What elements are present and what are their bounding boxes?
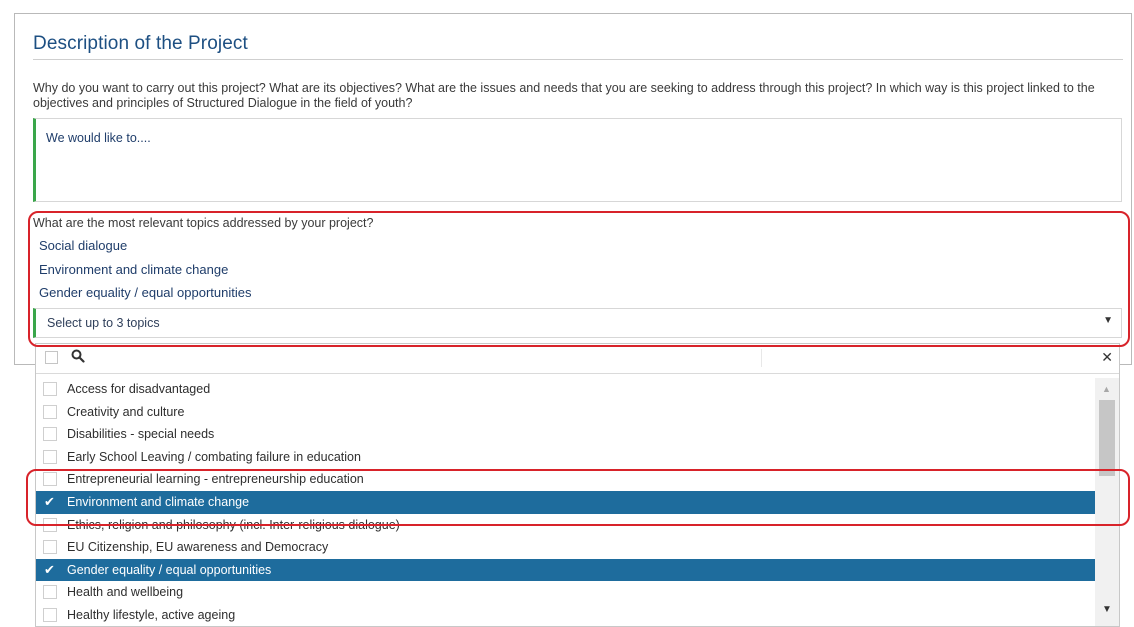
selected-topic[interactable]: Gender equality / equal opportunities bbox=[39, 285, 251, 300]
topic-option[interactable]: Disabilities - special needs bbox=[36, 423, 1095, 446]
check-icon: ✔ bbox=[44, 561, 55, 577]
objectives-text: We would like to.... bbox=[46, 131, 151, 145]
topic-option[interactable]: Entrepreneurial learning - entrepreneurs… bbox=[36, 468, 1095, 491]
title-divider bbox=[33, 59, 1123, 60]
topic-option[interactable]: Ethics, religion and philosophy (incl. I… bbox=[36, 514, 1095, 537]
topic-option[interactable]: ✔ Environment and climate change bbox=[36, 490, 1095, 514]
selected-topic[interactable]: Social dialogue bbox=[39, 238, 127, 253]
topic-option-label: Healthy lifestyle, active ageing bbox=[67, 607, 236, 622]
objectives-textarea[interactable]: We would like to.... bbox=[33, 118, 1122, 202]
topic-option-label: Access for disadvantaged bbox=[67, 382, 211, 396]
dropdown-search-row: ✕ bbox=[36, 344, 1119, 374]
topics-option-list: Access for disadvantaged Creativity and c… bbox=[36, 378, 1095, 626]
topic-option-checkbox[interactable] bbox=[43, 404, 57, 419]
topic-option-checkbox[interactable] bbox=[43, 382, 57, 396]
topic-option-checkbox[interactable] bbox=[43, 585, 57, 600]
check-icon: ✔ bbox=[44, 493, 55, 509]
topic-option[interactable]: Early School Leaving / combating failure… bbox=[36, 446, 1095, 469]
topic-option-label: Entrepreneurial learning - entrepreneurs… bbox=[67, 472, 364, 487]
close-icon[interactable]: ✕ bbox=[1101, 350, 1113, 364]
topic-option[interactable]: ✔ Gender equality / equal opportunities bbox=[36, 558, 1095, 582]
topic-option-label: EU Citizenship, EU awareness and Democra… bbox=[67, 540, 329, 555]
objectives-question: Why do you want to carry out this projec… bbox=[33, 81, 1095, 110]
topic-option-checkbox[interactable] bbox=[43, 427, 57, 442]
topic-option[interactable]: Health and wellbeing bbox=[36, 581, 1095, 604]
topic-option-label: Disabilities - special needs bbox=[67, 427, 215, 442]
dropdown-scrollbar[interactable]: ▲ ▼ bbox=[1095, 378, 1119, 626]
topics-select-placeholder: Select up to 3 topics bbox=[47, 316, 160, 330]
topic-option-label: Environment and climate change bbox=[67, 494, 250, 509]
topic-option-checkbox[interactable] bbox=[43, 540, 57, 555]
topic-option-label: Gender equality / equal opportunities bbox=[67, 562, 272, 577]
topic-option-checkbox[interactable] bbox=[43, 472, 57, 487]
topic-option[interactable]: Access for disadvantaged bbox=[36, 378, 1095, 401]
dropdown-search-input[interactable] bbox=[91, 349, 761, 367]
scrollbar-thumb[interactable] bbox=[1099, 400, 1115, 476]
topics-dropdown: ✕ Access for disadvantaged Creativity and… bbox=[35, 343, 1120, 627]
topic-option-checkbox[interactable] bbox=[43, 607, 57, 622]
topic-option-label: Ethics, religion and philosophy (incl. I… bbox=[67, 517, 400, 532]
selected-topic[interactable]: Environment and climate change bbox=[39, 262, 228, 277]
topic-option[interactable]: Creativity and culture bbox=[36, 401, 1095, 424]
select-all-checkbox[interactable] bbox=[45, 351, 58, 364]
search-divider bbox=[761, 349, 762, 367]
search-icon bbox=[71, 349, 85, 363]
topic-option-label: Creativity and culture bbox=[67, 404, 185, 419]
topic-option-checkbox[interactable] bbox=[43, 449, 57, 464]
scroll-up-arrow-icon[interactable]: ▲ bbox=[1102, 384, 1111, 394]
chevron-down-icon[interactable]: ▼ bbox=[1103, 315, 1113, 326]
topic-option-label: Early School Leaving / combating failure… bbox=[67, 449, 361, 464]
scroll-down-arrow-icon[interactable]: ▼ bbox=[1102, 604, 1112, 615]
topic-option-label: Health and wellbeing bbox=[67, 585, 184, 600]
topic-option[interactable]: EU Citizenship, EU awareness and Democra… bbox=[36, 536, 1095, 559]
topics-question: What are the most relevant topics addres… bbox=[33, 216, 374, 230]
section-title: Description of the Project bbox=[33, 33, 248, 54]
topic-option[interactable]: Healthy lifestyle, active ageing bbox=[36, 604, 1095, 626]
page: Description of the Project Why do you wa… bbox=[0, 0, 1134, 627]
topic-option-checkbox[interactable] bbox=[43, 517, 57, 532]
topics-select[interactable]: Select up to 3 topics ▼ bbox=[33, 308, 1122, 338]
